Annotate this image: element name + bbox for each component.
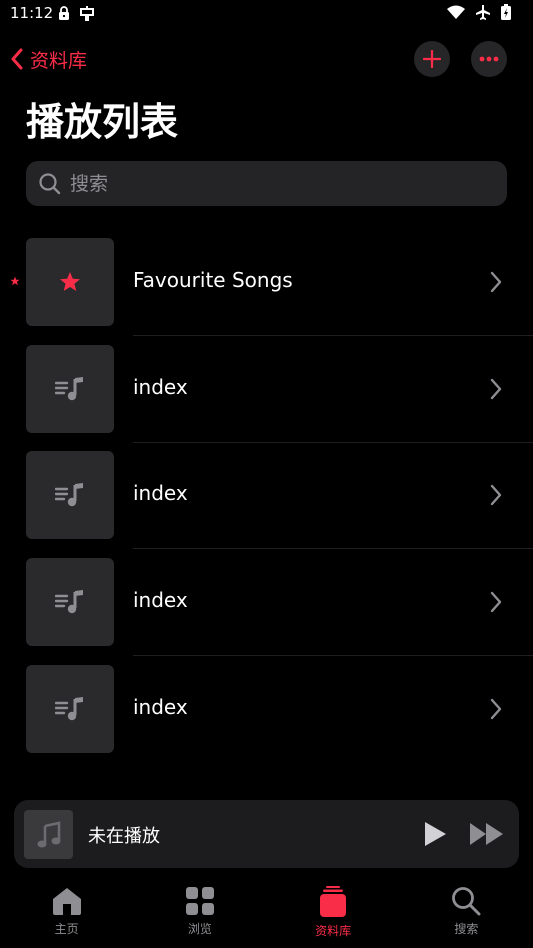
tab-bar: 主页 浏览 资料库 搜索 [0,878,533,948]
status-left-icons [58,5,96,21]
tab-label: 主页 [54,922,79,936]
back-button[interactable]: 资料库 [10,44,87,74]
chevron-right-icon [490,271,502,293]
mini-player[interactable]: 未在播放 [14,800,519,868]
battery-icon [501,4,511,20]
library-icon [320,886,347,917]
playlist-row[interactable]: index [0,451,533,557]
fast-forward-icon[interactable] [469,821,505,847]
tab-library[interactable]: 资料库 [267,878,400,948]
wifi-icon [447,5,465,19]
plus-icon [423,50,441,68]
search-input[interactable] [68,171,507,196]
divider [133,548,533,549]
playlist-music-icon [55,697,83,721]
bug-icon [80,6,94,21]
playlist-artwork [26,345,114,433]
playlist-row[interactable]: index [0,558,533,664]
play-icon[interactable] [422,820,448,848]
grid-icon [185,887,214,915]
playlist-music-icon [55,483,83,507]
playlist-row[interactable]: index [0,665,533,771]
favourite-indicator-icon [10,276,20,286]
tab-search[interactable]: 搜索 [400,878,533,948]
airplane-icon [476,5,490,20]
back-label: 资料库 [30,49,88,72]
status-right-icons [447,4,511,20]
music-note-icon [37,820,60,847]
search-bar[interactable] [26,161,507,206]
playlist-row-favourites[interactable]: Favourite Songs [0,238,533,344]
tab-label: 资料库 [315,924,352,938]
divider [133,442,533,443]
tab-browse[interactable]: 浏览 [133,878,266,948]
mini-player-title: 未在播放 [88,826,160,847]
playlist-artwork [26,665,114,753]
playlist-name: index [133,375,188,399]
search-icon [452,887,481,916]
lock-icon [59,6,69,20]
playlist-name: index [133,588,188,612]
playlist-name: Favourite Songs [133,268,293,292]
playlist-artwork [26,451,114,539]
divider [133,335,533,336]
add-playlist-button[interactable] [414,41,450,77]
mini-player-artwork [24,810,73,859]
status-time: 11:12 [10,4,54,22]
chevron-right-icon [490,484,502,506]
star-icon [60,272,80,291]
ellipsis-icon [479,56,499,62]
playlist-name: index [133,481,188,505]
divider [133,655,533,656]
chevron-right-icon [490,698,502,720]
chevron-right-icon [490,378,502,400]
playlist-music-icon [55,590,83,614]
search-icon [39,172,61,194]
tab-home[interactable]: 主页 [0,878,133,948]
tab-label: 搜索 [454,922,479,936]
playlist-row[interactable]: index [0,345,533,451]
playlist-artwork [26,558,114,646]
tab-label: 浏览 [187,922,212,936]
more-button[interactable] [471,41,507,77]
playlist-name: index [133,695,188,719]
playlist-music-icon [55,377,83,401]
home-icon [52,888,81,915]
page-title: 播放列表 [26,100,179,144]
chevron-right-icon [490,591,502,613]
playlist-artwork [26,238,114,326]
chevron-left-icon [11,48,23,70]
